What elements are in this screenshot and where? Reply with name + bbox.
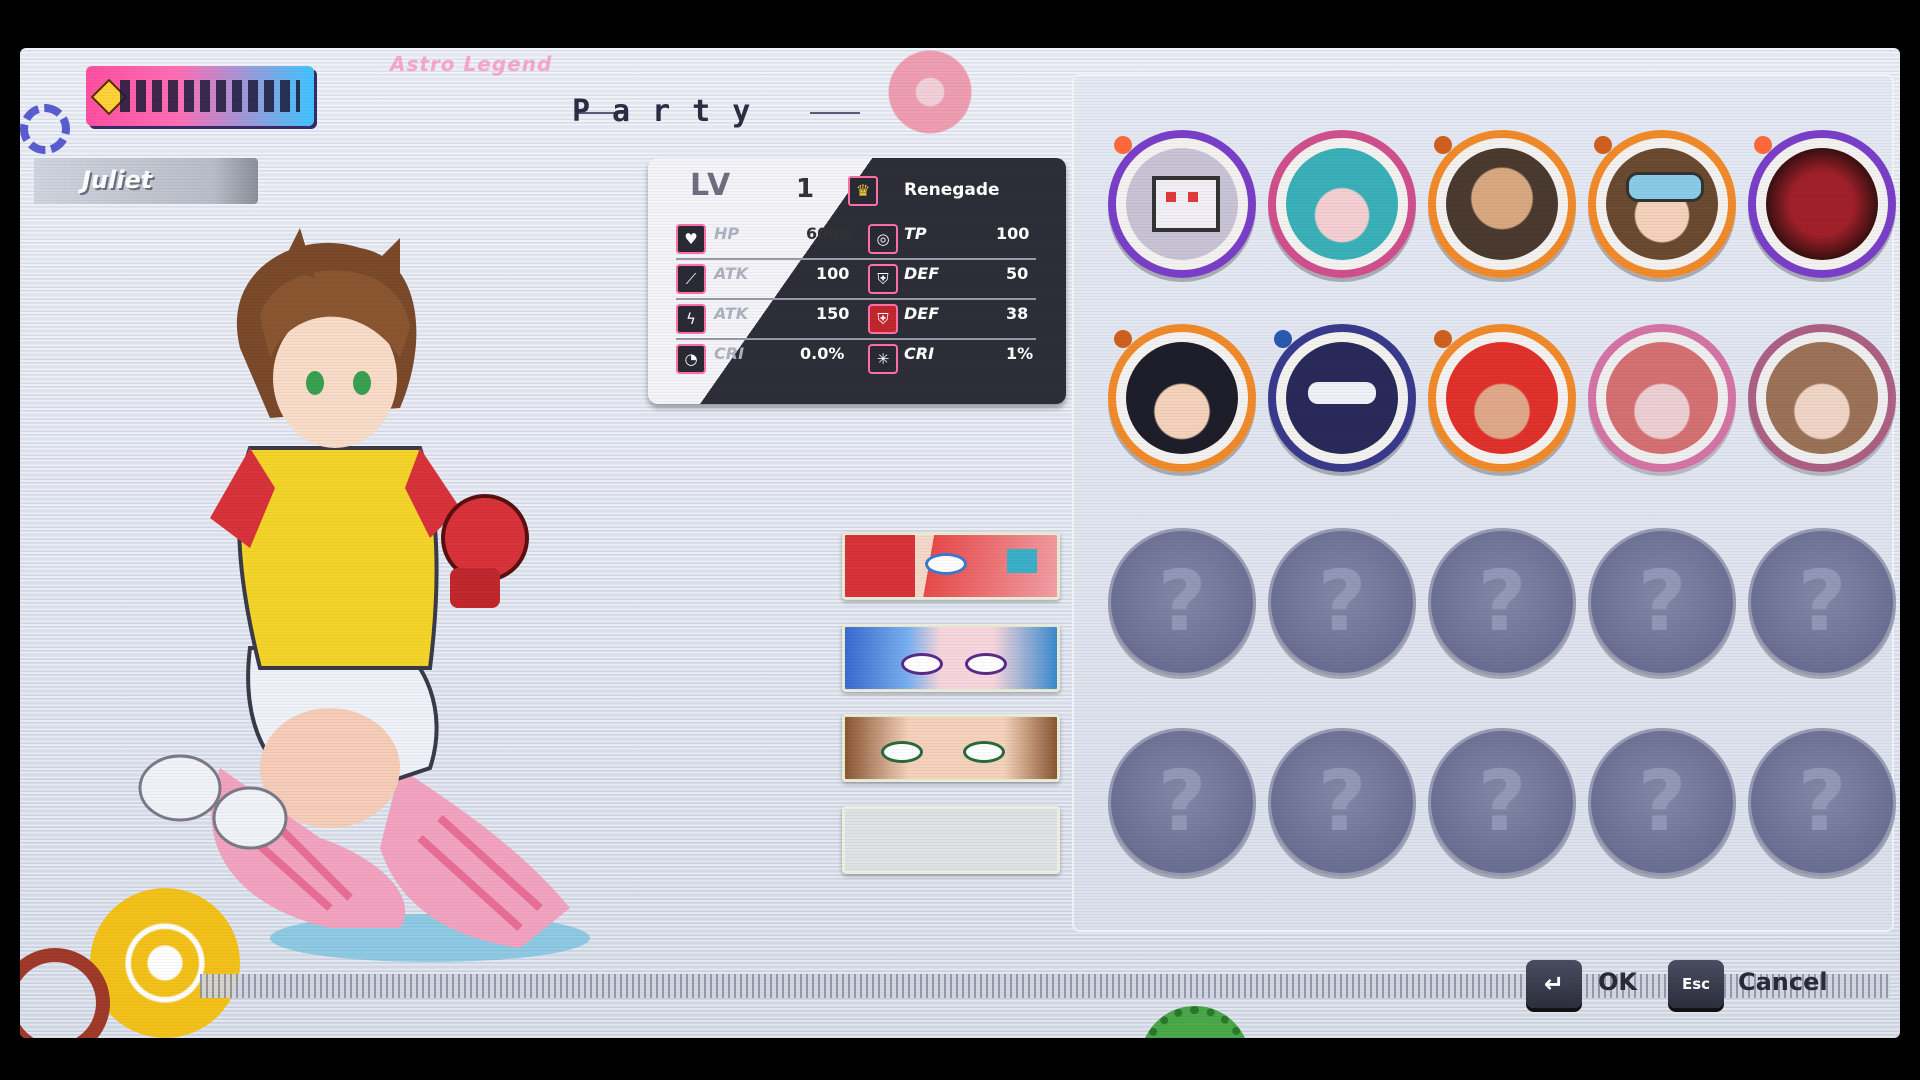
stat-value: 38 bbox=[1006, 304, 1029, 323]
eye bbox=[881, 741, 923, 763]
logo-letters bbox=[120, 80, 300, 112]
roster-red-haired-girl[interactable] bbox=[1588, 324, 1736, 472]
eye bbox=[965, 653, 1007, 675]
crit-gauge-icon: ◔ bbox=[676, 344, 706, 374]
crit-star-icon: ✳ bbox=[868, 344, 898, 374]
roster-locked-slot[interactable]: ? bbox=[1108, 528, 1256, 676]
roster-red-haired-fighter[interactable] bbox=[1428, 324, 1576, 472]
stat-value: 150 bbox=[816, 304, 850, 323]
stat-row: ⟋ ATK 100 ⛨ DEF 50 bbox=[676, 260, 1036, 300]
lightning-icon: ϟ bbox=[676, 304, 706, 334]
stat-label: DEF bbox=[904, 304, 940, 323]
eye bbox=[925, 553, 967, 575]
character-name-plate: Juliet bbox=[34, 158, 258, 204]
party-slot-2[interactable] bbox=[842, 624, 1060, 692]
roster-locked-slot[interactable]: ? bbox=[1588, 528, 1736, 676]
class-name: Renegade bbox=[904, 180, 1000, 200]
game-logo bbox=[86, 66, 314, 126]
eye bbox=[901, 653, 943, 675]
shield-icon: ⛨ bbox=[868, 264, 898, 294]
gear-icon bbox=[20, 104, 70, 154]
eye bbox=[963, 741, 1005, 763]
level-label: LV bbox=[690, 168, 733, 203]
stat-value: 100 bbox=[816, 264, 850, 283]
roster-masked-ninja[interactable] bbox=[1268, 324, 1416, 472]
roster-cat-girl[interactable] bbox=[1748, 324, 1896, 472]
game-screen: Astro Legend Party Juliet LV 1 ♛ Renegad… bbox=[20, 48, 1900, 1038]
game-subtitle: Astro Legend bbox=[390, 52, 553, 76]
tp-icon: ◎ bbox=[868, 224, 898, 254]
stat-row: ϟ ATK 150 ⛨ DEF 38 bbox=[676, 300, 1036, 340]
character-portrait bbox=[138, 228, 590, 962]
stat-label: ATK bbox=[714, 264, 749, 283]
esc-key-icon[interactable]: Esc bbox=[1668, 960, 1724, 1008]
roster-locked-slot[interactable]: ? bbox=[1268, 528, 1416, 676]
stat-value: 1% bbox=[1006, 344, 1034, 363]
hair-blue bbox=[1007, 549, 1037, 573]
character-roster: ? ? ? ? ? ? ? ? ? ? bbox=[1072, 74, 1896, 932]
ok-button[interactable]: OK bbox=[1598, 968, 1637, 996]
heart-icon: ♥ bbox=[676, 224, 706, 254]
party-slot-empty[interactable] bbox=[842, 806, 1060, 874]
stat-label: DEF bbox=[904, 264, 940, 283]
stat-label: HP bbox=[714, 224, 740, 243]
title-divider-right bbox=[810, 112, 860, 114]
stat-row: ♥ HP 6000 ◎ TP 100 bbox=[676, 220, 1036, 260]
crown-icon: ♛ bbox=[848, 176, 878, 206]
roster-locked-slot[interactable]: ? bbox=[1108, 728, 1256, 876]
stat-label: ATK bbox=[714, 304, 749, 323]
stat-label: TP bbox=[904, 224, 927, 243]
roster-teal-haired-girl[interactable] bbox=[1268, 130, 1416, 278]
stats-panel: LV 1 ♛ Renegade ♥ HP 6000 ◎ TP 100 ⟋ ATK… bbox=[648, 158, 1066, 404]
stat-value: 100 bbox=[996, 224, 1030, 243]
roster-bald-monk[interactable] bbox=[1428, 130, 1576, 278]
roster-locked-slot[interactable]: ? bbox=[1748, 528, 1896, 676]
stat-value: 50 bbox=[1006, 264, 1029, 283]
stat-value: 0.0% bbox=[800, 344, 845, 363]
sword-icon: ⟋ bbox=[676, 264, 706, 294]
level-value: 1 bbox=[796, 174, 815, 204]
roster-locked-slot[interactable]: ? bbox=[1268, 728, 1416, 876]
party-slot-3[interactable] bbox=[842, 714, 1060, 782]
party-slot-1[interactable] bbox=[842, 532, 1060, 600]
roster-locked-slot[interactable]: ? bbox=[1748, 728, 1896, 876]
magic-shield-icon: ⛨ bbox=[868, 304, 898, 334]
page-title: Party bbox=[572, 94, 773, 129]
roster-locked-slot[interactable]: ? bbox=[1428, 528, 1576, 676]
pink-gear-icon bbox=[882, 48, 978, 140]
yellow-gear-icon bbox=[90, 888, 240, 1038]
stat-label: CRI bbox=[714, 344, 745, 363]
green-gear-icon bbox=[1140, 1006, 1250, 1038]
ok-key-icon[interactable]: ↵ bbox=[1526, 960, 1582, 1008]
roster-goggles-boy[interactable] bbox=[1588, 130, 1736, 278]
roster-robot[interactable] bbox=[1108, 130, 1256, 278]
stat-value: 6000 bbox=[806, 224, 851, 243]
roster-locked-slot[interactable]: ? bbox=[1588, 728, 1736, 876]
roster-dark-haired-boy[interactable] bbox=[1108, 324, 1256, 472]
hair-red bbox=[845, 535, 915, 597]
character-name: Juliet bbox=[82, 166, 153, 194]
roster-red-armor[interactable] bbox=[1748, 130, 1896, 278]
stat-row: ◔ CRI 0.0% ✳ CRI 1% bbox=[676, 340, 1036, 378]
stat-label: CRI bbox=[904, 344, 935, 363]
cancel-button[interactable]: Cancel bbox=[1738, 968, 1828, 996]
roster-locked-slot[interactable]: ? bbox=[1428, 728, 1576, 876]
